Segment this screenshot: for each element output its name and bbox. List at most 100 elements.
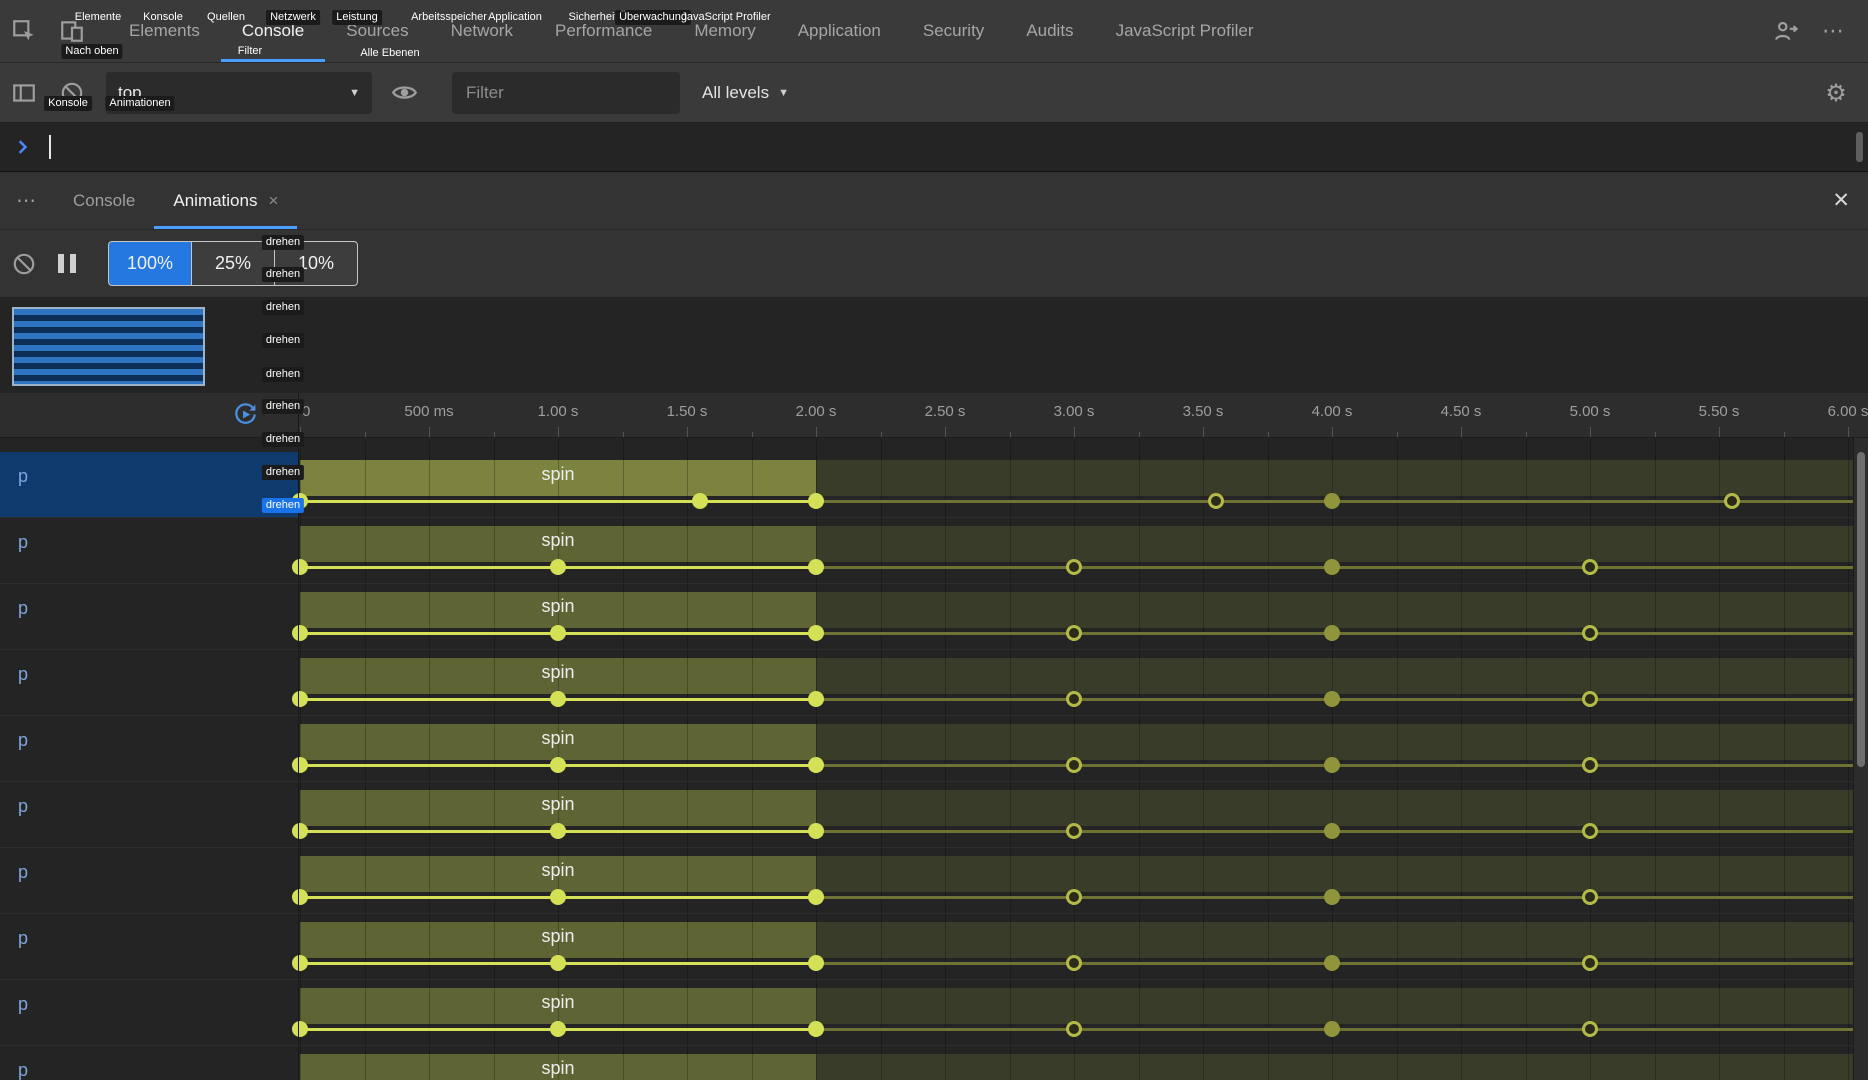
- page-screenshot-thumbnail[interactable]: [12, 307, 205, 386]
- keyframe-point[interactable]: [808, 493, 824, 509]
- animation-track[interactable]: spin: [298, 782, 1868, 847]
- keyframe-point[interactable]: [550, 1021, 566, 1037]
- drawer-tab-console[interactable]: Console: [54, 172, 154, 229]
- keyframe-point[interactable]: [1066, 823, 1082, 839]
- keyframe-point[interactable]: [550, 823, 566, 839]
- row-selector-cell[interactable]: p: [0, 914, 298, 979]
- drawer-more-icon[interactable]: ⋯: [0, 188, 54, 213]
- keyframe-point[interactable]: [1582, 625, 1598, 641]
- replay-button[interactable]: [232, 401, 259, 428]
- keyframe-point[interactable]: [808, 823, 824, 839]
- row-selector-cell[interactable]: p: [0, 518, 298, 583]
- animation-track[interactable]: spin: [298, 584, 1868, 649]
- keyframe-point[interactable]: [292, 955, 308, 971]
- tab-application[interactable]: Application: [777, 0, 902, 62]
- keyframe-point[interactable]: [1582, 955, 1598, 971]
- keyframe-point[interactable]: [1324, 625, 1340, 641]
- animation-track[interactable]: spin: [298, 848, 1868, 913]
- keyframe-point[interactable]: [550, 559, 566, 575]
- console-scrollbar-thumb[interactable]: [1856, 132, 1863, 162]
- row-selector-cell[interactable]: p: [0, 980, 298, 1045]
- keyframe-point[interactable]: [1066, 625, 1082, 641]
- row-selector-cell[interactable]: p: [0, 452, 298, 517]
- row-selector-cell[interactable]: p: [0, 848, 298, 913]
- keyframe-point[interactable]: [808, 889, 824, 905]
- keyframe-point[interactable]: [1066, 691, 1082, 707]
- row-selector-cell[interactable]: p: [0, 716, 298, 781]
- keyframe-point[interactable]: [292, 691, 308, 707]
- keyframe-point[interactable]: [292, 559, 308, 575]
- animation-track[interactable]: spin: [298, 980, 1868, 1045]
- rate-button-100-[interactable]: 100%: [108, 241, 192, 286]
- keyframe-point[interactable]: [292, 757, 308, 773]
- eye-icon[interactable]: [384, 73, 424, 113]
- keyframe-point[interactable]: [550, 691, 566, 707]
- pause-all-icon[interactable]: [58, 254, 76, 273]
- animation-band-tail: [816, 856, 1868, 892]
- tab-security[interactable]: Security: [902, 0, 1005, 62]
- log-level-selector[interactable]: All levels ▼: [702, 83, 789, 103]
- drawer-close-icon[interactable]: ✕: [1832, 188, 1850, 213]
- animation-track[interactable]: spin: [298, 716, 1868, 781]
- grid-scrollbar-track[interactable]: [1853, 438, 1868, 1080]
- animation-track[interactable]: spin: [298, 518, 1868, 583]
- keyframe-point[interactable]: [808, 757, 824, 773]
- row-selector-cell[interactable]: p: [0, 584, 298, 649]
- keyframe-point[interactable]: [1324, 823, 1340, 839]
- keyframe-point[interactable]: [808, 1021, 824, 1037]
- keyframe-point[interactable]: [550, 889, 566, 905]
- animation-track[interactable]: spin: [298, 1046, 1868, 1080]
- clear-animations-icon[interactable]: [4, 244, 44, 284]
- keyframe-point[interactable]: [1582, 1021, 1598, 1037]
- keyframe-point[interactable]: [1324, 691, 1340, 707]
- keyframe-point[interactable]: [550, 757, 566, 773]
- keyframe-point[interactable]: [292, 889, 308, 905]
- row-selector-cell[interactable]: p: [0, 650, 298, 715]
- keyframe-point[interactable]: [808, 625, 824, 641]
- drawer-tab-animations[interactable]: Animations×: [154, 172, 297, 229]
- keyframe-point[interactable]: [1066, 757, 1082, 773]
- keyframe-point[interactable]: [1208, 493, 1224, 509]
- keyframe-point[interactable]: [1582, 691, 1598, 707]
- inspect-element-icon[interactable]: [4, 11, 44, 51]
- overflow-menu-icon[interactable]: ⋯: [1814, 11, 1854, 51]
- keyframe-point[interactable]: [550, 625, 566, 641]
- keyframe-point[interactable]: [292, 625, 308, 641]
- keyframe-point[interactable]: [292, 1021, 308, 1037]
- tab-audits[interactable]: Audits: [1005, 0, 1094, 62]
- animation-track[interactable]: spin: [298, 650, 1868, 715]
- keyframe-point[interactable]: [1724, 493, 1740, 509]
- remote-devices-icon[interactable]: [1766, 11, 1806, 51]
- animation-track[interactable]: spin: [298, 452, 1868, 517]
- keyframe-point[interactable]: [1582, 559, 1598, 575]
- keyframe-point[interactable]: [1066, 559, 1082, 575]
- keyframe-point[interactable]: [1582, 889, 1598, 905]
- keyframe-point[interactable]: [1582, 757, 1598, 773]
- keyframe-point[interactable]: [808, 955, 824, 971]
- keyframe-point[interactable]: [1066, 889, 1082, 905]
- keyframe-point[interactable]: [1582, 823, 1598, 839]
- console-prompt-row[interactable]: [0, 123, 1868, 171]
- keyframe-point[interactable]: [1324, 889, 1340, 905]
- row-selector-cell[interactable]: p: [0, 782, 298, 847]
- keyframe-point[interactable]: [1324, 559, 1340, 575]
- console-sidebar-toggle-icon[interactable]: [4, 73, 44, 113]
- keyframe-point[interactable]: [808, 559, 824, 575]
- keyframe-point[interactable]: [1324, 493, 1340, 509]
- animation-track[interactable]: spin: [298, 914, 1868, 979]
- tab-javascript-profiler[interactable]: JavaScript Profiler: [1095, 0, 1275, 62]
- settings-gear-icon[interactable]: ⚙: [1816, 73, 1856, 113]
- keyframe-point[interactable]: [1066, 955, 1082, 971]
- keyframe-point[interactable]: [1324, 1021, 1340, 1037]
- grid-scrollbar-thumb[interactable]: [1857, 452, 1865, 767]
- keyframe-point[interactable]: [1066, 1021, 1082, 1037]
- keyframe-point[interactable]: [550, 955, 566, 971]
- keyframe-point[interactable]: [808, 691, 824, 707]
- row-selector-cell[interactable]: p: [0, 1046, 298, 1080]
- tab-close-icon[interactable]: ×: [268, 191, 278, 211]
- keyframe-point[interactable]: [292, 823, 308, 839]
- keyframe-point[interactable]: [1324, 757, 1340, 773]
- keyframe-point[interactable]: [1324, 955, 1340, 971]
- keyframe-point[interactable]: [692, 493, 708, 509]
- filter-input[interactable]: [452, 72, 680, 114]
